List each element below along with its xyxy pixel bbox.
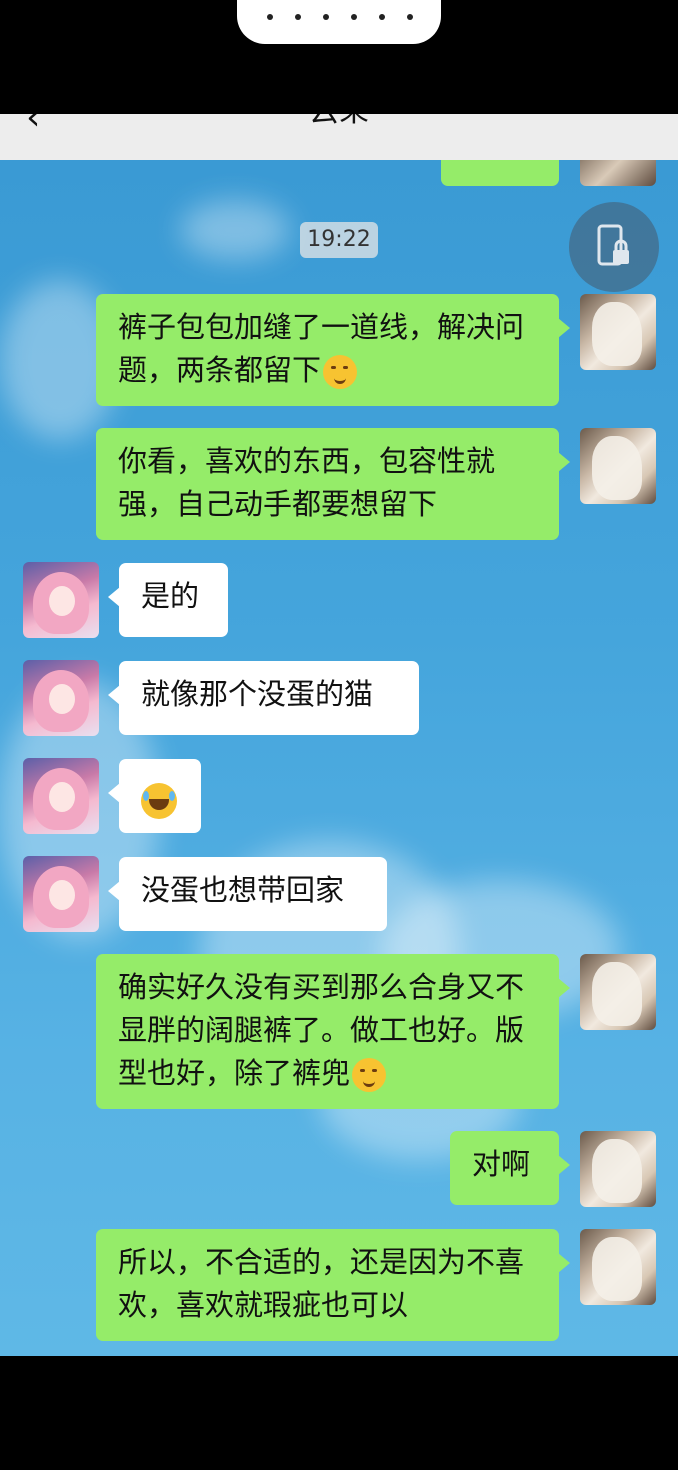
avatar[interactable] (580, 294, 656, 370)
avatar[interactable] (580, 428, 656, 504)
message-bubble[interactable]: 所以，不合适的，还是因为不喜欢，喜欢就瑕疵也可以 (96, 1229, 570, 1341)
message-bubble[interactable]: 裤子包包加缝了一道线，解决问题，两条都留下 (96, 294, 570, 406)
avatar[interactable] (23, 856, 99, 932)
thinking-face-emoji (352, 1058, 387, 1092)
message-text: 没蛋也想带回家 (141, 873, 345, 907)
avatar[interactable] (23, 562, 99, 638)
avatar[interactable] (23, 660, 99, 736)
phone-lock-icon (597, 224, 629, 266)
chat-area[interactable]: 19:22 裤子包包加缝了一道线，解决问题，两条都留下 你看，喜欢的东西，包容性… (0, 160, 678, 1356)
chat-title: 云朵 (0, 114, 678, 132)
laughing-tears-emoji (141, 783, 177, 819)
more-dots-icon[interactable]: ··· (609, 114, 644, 128)
avatar[interactable] (23, 758, 99, 834)
message-bubble[interactable]: 对啊 (450, 1131, 570, 1205)
message-text: 是的 (141, 579, 200, 613)
message-text: 所以，不合适的，还是因为不喜欢，喜欢就瑕疵也可以 (118, 1245, 525, 1322)
partial-message-bubble[interactable] (441, 160, 559, 186)
avatar[interactable] (580, 954, 656, 1030)
message-bubble[interactable]: 你看，喜欢的东西，包容性就强，自己动手都要想留下 (96, 428, 570, 540)
message-text: 确实好久没有买到那么合身又不显胖的阔腿裤了。做工也好。版型也好，除了裤兜 (118, 970, 525, 1090)
avatar[interactable] (580, 1229, 656, 1305)
timestamp: 19:22 (300, 222, 378, 258)
message-bubble[interactable]: 没蛋也想带回家 (108, 857, 387, 931)
bottom-bar (0, 1356, 678, 1470)
lock-button[interactable] (569, 202, 659, 292)
avatar[interactable] (580, 1131, 656, 1207)
camera-notch (237, 0, 441, 44)
message-bubble[interactable]: 确实好久没有买到那么合身又不显胖的阔腿裤了。做工也好。版型也好，除了裤兜 (96, 954, 570, 1109)
thinking-face-emoji (323, 355, 358, 389)
message-text: 对啊 (472, 1147, 531, 1181)
message-text: 裤子包包加缝了一道线，解决问题，两条都留下 (118, 310, 525, 387)
message-bubble[interactable]: 就像那个没蛋的猫 (108, 661, 419, 735)
status-bar (0, 0, 678, 114)
chat-header: ‹ 云朵 ··· (0, 114, 678, 160)
message-text: 就像那个没蛋的猫 (141, 677, 374, 711)
message-bubble[interactable]: 是的 (108, 563, 228, 637)
message-text: 你看，喜欢的东西，包容性就强，自己动手都要想留下 (118, 444, 496, 521)
message-bubble[interactable] (108, 759, 201, 833)
avatar[interactable] (580, 160, 656, 186)
